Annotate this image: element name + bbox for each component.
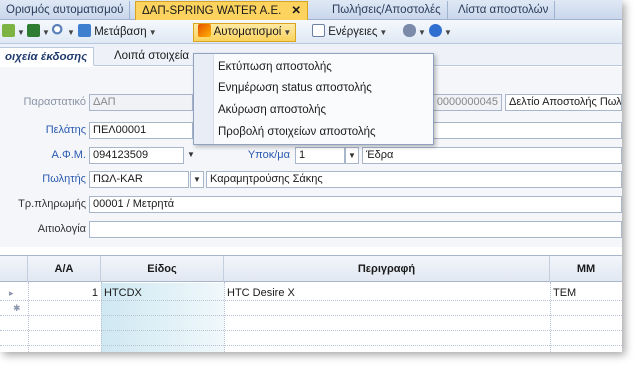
customer-field[interactable]: ΠΕΛ00001 xyxy=(89,122,193,139)
branch-label: Υποκ/μα xyxy=(247,149,290,161)
user-icon xyxy=(403,24,416,37)
header-mm[interactable]: ΜΜ xyxy=(550,256,622,282)
excel-icon xyxy=(27,24,40,37)
customer-label: Πελάτης xyxy=(45,124,86,136)
cell-aa[interactable]: 1 xyxy=(28,287,101,301)
seller-name-field[interactable]: Καραμητρούσης Σάκης xyxy=(206,171,622,188)
table-row-empty xyxy=(0,317,622,331)
actions-label: Ενέργειες xyxy=(328,26,378,38)
customer-name-field[interactable] xyxy=(432,122,622,139)
table-row-empty xyxy=(0,332,622,346)
excel-button[interactable]: ▼ xyxy=(27,24,50,41)
chevron-down-icon[interactable]: ▼ xyxy=(345,147,359,164)
toolbar: ▼ ▼ ▼ Μετάβαση ▼ Αυτοματισμοί ▼ Ενέργειες ▼… xyxy=(0,20,622,44)
app-window: Ορισμός αυτοματισμού ΔΑΠ-SPRING WATER A.… xyxy=(0,0,622,352)
tab-dap-spring-water[interactable]: ΔΑΠ-SPRING WATER A.E. ✕ xyxy=(135,1,308,20)
afm-label: Α.Φ.Μ. xyxy=(51,149,86,161)
branch-name-field[interactable]: Έδρα xyxy=(362,147,622,164)
cell-description[interactable]: HTC Desire X xyxy=(224,287,550,301)
search-icon xyxy=(52,24,65,37)
table-row-new[interactable]: ✱ xyxy=(0,302,622,316)
automations-label: Αυτοματισμοί xyxy=(213,26,282,38)
tab-issue-details[interactable]: οιχεία έκδοσης xyxy=(0,47,95,66)
header-description[interactable]: Περιγραφή xyxy=(224,256,550,282)
goto-button[interactable]: Μετάβαση ▼ xyxy=(78,24,157,41)
tab-shipment-list[interactable]: Λίστα αποστολών xyxy=(452,1,556,20)
automations-menu: Εκτύπωση αποστολής Ενημέρωση status αποσ… xyxy=(193,53,434,145)
header-item[interactable]: Είδος xyxy=(101,256,224,282)
new-doc-icon xyxy=(2,24,15,37)
search-button[interactable]: ▼ xyxy=(52,24,75,41)
chevron-down-icon[interactable]: ▼ xyxy=(184,147,198,164)
grid-header: Α/Α Είδος Περιγραφή ΜΜ xyxy=(0,256,622,282)
actions-button[interactable]: Ενέργειες ▼ xyxy=(312,24,387,41)
doc-type-field[interactable]: Δελτίο Αποστολής Πωλ xyxy=(505,94,622,111)
actions-icon xyxy=(312,24,325,37)
table-row[interactable]: ▸ 1 HTCDX HTC Desire X TEM xyxy=(0,287,622,301)
payment-field[interactable]: 00001 / Μετρητά xyxy=(89,196,622,213)
goto-label: Μετάβαση xyxy=(94,26,147,38)
tab-label: Ορισμός αυτοματισμού xyxy=(6,4,124,16)
document-tabstrip: Ορισμός αυτοματισμού ΔΑΠ-SPRING WATER A.… xyxy=(0,0,622,20)
tab-label: Λίστα αποστολών xyxy=(458,4,549,16)
document-field[interactable]: ΔΑΠ xyxy=(89,94,193,111)
tab-automation-definition[interactable]: Ορισμός αυτοματισμού xyxy=(0,1,131,20)
seller-code-field[interactable]: ΠΩΛ-KAR xyxy=(89,171,189,188)
menu-item-print-shipment[interactable]: Εκτύπωση αποστολής xyxy=(218,57,332,77)
document-label: Παραστατικό xyxy=(23,96,86,108)
menu-item-view-shipment[interactable]: Προβολή στοιχείων αποστολής xyxy=(218,122,376,142)
branch-code-field[interactable]: 1 xyxy=(295,147,345,164)
help-button[interactable]: ▼ xyxy=(429,24,452,41)
row-indicator-icon: ▸ xyxy=(9,288,14,298)
lines-grid: Α/Α Είδος Περιγραφή ΜΜ ▸ 1 HTCDX HTC Des… xyxy=(0,255,622,352)
user-button[interactable]: ▼ xyxy=(403,24,426,41)
close-icon[interactable]: ✕ xyxy=(291,5,301,17)
tab-sales-shipments[interactable]: Πωλήσεις/Αποστολές xyxy=(326,1,448,20)
reason-label: Αιτιολογία xyxy=(37,223,86,235)
payment-label: Τρ.πληρωμής xyxy=(18,198,86,210)
doc-number-field[interactable]: 0000000045 xyxy=(432,94,502,111)
automations-button[interactable]: Αυτοματισμοί ▼ xyxy=(193,23,297,42)
automation-icon xyxy=(198,24,211,37)
cell-item[interactable]: HTCDX xyxy=(101,287,224,301)
chevron-down-icon[interactable]: ▼ xyxy=(190,171,204,188)
new-row-icon: ✱ xyxy=(13,303,21,313)
tab-other-details[interactable]: Λοιπά στοιχεία xyxy=(108,47,195,66)
tab-label: Πωλήσεις/Αποστολές xyxy=(332,4,441,16)
reason-field[interactable] xyxy=(89,221,622,238)
header-aa[interactable]: Α/Α xyxy=(28,256,101,282)
cell-mm[interactable]: TEM xyxy=(550,287,622,301)
menu-item-cancel-shipment[interactable]: Ακύρωση αποστολής xyxy=(218,100,326,120)
new-doc-button[interactable]: ▼ xyxy=(2,24,25,41)
menu-item-update-status[interactable]: Ενημέρωση status αποστολής xyxy=(218,78,372,98)
seller-label: Πωλητής xyxy=(42,173,86,185)
tab-label: ΔΑΠ-SPRING WATER A.E. xyxy=(142,5,282,17)
calendar-icon xyxy=(78,24,91,37)
help-icon xyxy=(429,24,442,37)
row-selector-header xyxy=(0,256,28,282)
afm-field[interactable]: 094123509 xyxy=(89,147,184,164)
